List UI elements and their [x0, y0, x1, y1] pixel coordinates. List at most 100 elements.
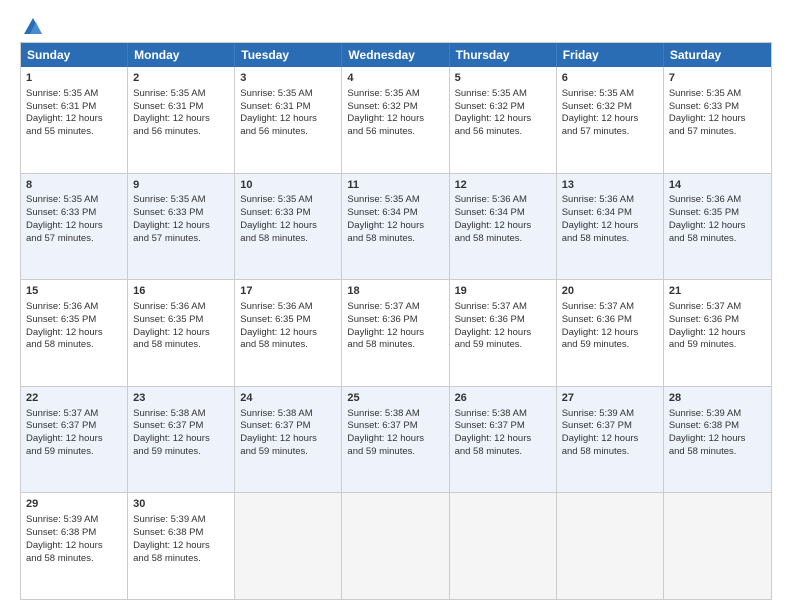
calendar-day: 8Sunrise: 5:35 AM Sunset: 6:33 PM Daylig…	[21, 174, 128, 280]
weekday-header: Thursday	[450, 43, 557, 67]
calendar-row: 22 Sunrise: 5:37 AM Sunset: 6:37 PM Dayli…	[21, 386, 771, 493]
day-info: Sunrise: 5:38 AM Sunset: 6:37 PM Dayligh…	[240, 408, 317, 457]
day-number: 27	[562, 391, 658, 406]
weekday-header: Friday	[557, 43, 664, 67]
calendar-day: 5 Sunrise: 5:35 AM Sunset: 6:32 PM Daylig…	[450, 67, 557, 173]
calendar-day: 10Sunrise: 5:35 AM Sunset: 6:33 PM Dayli…	[235, 174, 342, 280]
day-number: 20	[562, 284, 658, 299]
day-info: Sunrise: 5:36 AM Sunset: 6:35 PM Dayligh…	[669, 194, 746, 243]
calendar-day: 21 Sunrise: 5:37 AM Sunset: 6:36 PM Dayli…	[664, 280, 771, 386]
calendar-day: 11Sunrise: 5:35 AM Sunset: 6:34 PM Dayli…	[342, 174, 449, 280]
empty-day	[664, 493, 771, 599]
calendar-row: 15 Sunrise: 5:36 AM Sunset: 6:35 PM Dayli…	[21, 279, 771, 386]
empty-day	[557, 493, 664, 599]
day-info: Sunrise: 5:39 AM Sunset: 6:38 PM Dayligh…	[133, 514, 210, 563]
day-number: 17	[240, 284, 336, 299]
day-number: 13	[562, 178, 658, 193]
day-info: Sunrise: 5:35 AM Sunset: 6:33 PM Dayligh…	[26, 194, 103, 243]
day-info: Sunrise: 5:39 AM Sunset: 6:38 PM Dayligh…	[669, 408, 746, 457]
calendar-row: 8Sunrise: 5:35 AM Sunset: 6:33 PM Daylig…	[21, 173, 771, 280]
day-info: Sunrise: 5:39 AM Sunset: 6:38 PM Dayligh…	[26, 514, 103, 563]
empty-day	[235, 493, 342, 599]
day-number: 22	[26, 391, 122, 406]
calendar: SundayMondayTuesdayWednesdayThursdayFrid…	[20, 42, 772, 600]
calendar-day: 4 Sunrise: 5:35 AM Sunset: 6:32 PM Daylig…	[342, 67, 449, 173]
day-info: Sunrise: 5:35 AM Sunset: 6:33 PM Dayligh…	[669, 88, 746, 137]
weekday-header: Sunday	[21, 43, 128, 67]
calendar-day: 15Sunrise: 5:36 AM Sunset: 6:35 PM Dayli…	[21, 280, 128, 386]
calendar-header: SundayMondayTuesdayWednesdayThursdayFrid…	[21, 43, 771, 67]
calendar-day: 27 Sunrise: 5:39 AM Sunset: 6:37 PM Dayli…	[557, 387, 664, 493]
day-info: Sunrise: 5:35 AM Sunset: 6:31 PM Dayligh…	[26, 88, 103, 137]
calendar-day: 28 Sunrise: 5:39 AM Sunset: 6:38 PM Dayli…	[664, 387, 771, 493]
day-number: 14	[669, 178, 766, 193]
day-number: 18	[347, 284, 443, 299]
calendar-day: 19Sunrise: 5:37 AM Sunset: 6:36 PM Dayli…	[450, 280, 557, 386]
day-info: Sunrise: 5:37 AM Sunset: 6:37 PM Dayligh…	[26, 408, 103, 457]
calendar-day: 17Sunrise: 5:36 AM Sunset: 6:35 PM Dayli…	[235, 280, 342, 386]
day-number: 4	[347, 71, 443, 86]
day-info: Sunrise: 5:36 AM Sunset: 6:34 PM Dayligh…	[455, 194, 532, 243]
day-number: 16	[133, 284, 229, 299]
day-number: 1	[26, 71, 122, 86]
day-number: 9	[133, 178, 229, 193]
day-info: Sunrise: 5:35 AM Sunset: 6:33 PM Dayligh…	[240, 194, 317, 243]
calendar-row: 1 Sunrise: 5:35 AM Sunset: 6:31 PM Daylig…	[21, 67, 771, 173]
calendar-day: 12Sunrise: 5:36 AM Sunset: 6:34 PM Dayli…	[450, 174, 557, 280]
day-info: Sunrise: 5:35 AM Sunset: 6:32 PM Dayligh…	[347, 88, 424, 137]
day-number: 24	[240, 391, 336, 406]
day-info: Sunrise: 5:36 AM Sunset: 6:35 PM Dayligh…	[133, 301, 210, 350]
calendar-body: 1 Sunrise: 5:35 AM Sunset: 6:31 PM Daylig…	[21, 67, 771, 599]
day-number: 25	[347, 391, 443, 406]
day-number: 28	[669, 391, 766, 406]
day-info: Sunrise: 5:35 AM Sunset: 6:32 PM Dayligh…	[455, 88, 532, 137]
calendar-day: 14Sunrise: 5:36 AM Sunset: 6:35 PM Dayli…	[664, 174, 771, 280]
day-number: 21	[669, 284, 766, 299]
calendar-day: 25 Sunrise: 5:38 AM Sunset: 6:37 PM Dayli…	[342, 387, 449, 493]
day-info: Sunrise: 5:35 AM Sunset: 6:34 PM Dayligh…	[347, 194, 424, 243]
day-info: Sunrise: 5:35 AM Sunset: 6:31 PM Dayligh…	[133, 88, 210, 137]
calendar-day: 1 Sunrise: 5:35 AM Sunset: 6:31 PM Daylig…	[21, 67, 128, 173]
calendar-day: 23 Sunrise: 5:38 AM Sunset: 6:37 PM Dayli…	[128, 387, 235, 493]
calendar-day: 16 Sunrise: 5:36 AM Sunset: 6:35 PM Dayli…	[128, 280, 235, 386]
day-info: Sunrise: 5:35 AM Sunset: 6:31 PM Dayligh…	[240, 88, 317, 137]
weekday-header: Wednesday	[342, 43, 449, 67]
logo-icon	[22, 16, 44, 38]
day-info: Sunrise: 5:38 AM Sunset: 6:37 PM Dayligh…	[347, 408, 424, 457]
weekday-header: Saturday	[664, 43, 771, 67]
day-number: 6	[562, 71, 658, 86]
calendar-day: 13Sunrise: 5:36 AM Sunset: 6:34 PM Dayli…	[557, 174, 664, 280]
day-number: 29	[26, 497, 122, 512]
calendar-day: 26 Sunrise: 5:38 AM Sunset: 6:37 PM Dayli…	[450, 387, 557, 493]
calendar-day: 29 Sunrise: 5:39 AM Sunset: 6:38 PM Dayli…	[21, 493, 128, 599]
calendar-page: SundayMondayTuesdayWednesdayThursdayFrid…	[0, 0, 792, 612]
calendar-day: 24 Sunrise: 5:38 AM Sunset: 6:37 PM Dayli…	[235, 387, 342, 493]
day-number: 2	[133, 71, 229, 86]
weekday-header: Tuesday	[235, 43, 342, 67]
day-info: Sunrise: 5:37 AM Sunset: 6:36 PM Dayligh…	[455, 301, 532, 350]
empty-day	[450, 493, 557, 599]
day-info: Sunrise: 5:39 AM Sunset: 6:37 PM Dayligh…	[562, 408, 639, 457]
calendar-day: 6 Sunrise: 5:35 AM Sunset: 6:32 PM Daylig…	[557, 67, 664, 173]
day-number: 30	[133, 497, 229, 512]
day-number: 10	[240, 178, 336, 193]
day-info: Sunrise: 5:36 AM Sunset: 6:34 PM Dayligh…	[562, 194, 639, 243]
day-info: Sunrise: 5:38 AM Sunset: 6:37 PM Dayligh…	[455, 408, 532, 457]
day-number: 11	[347, 178, 443, 193]
calendar-day: 30 Sunrise: 5:39 AM Sunset: 6:38 PM Dayli…	[128, 493, 235, 599]
day-number: 3	[240, 71, 336, 86]
day-number: 23	[133, 391, 229, 406]
day-info: Sunrise: 5:35 AM Sunset: 6:32 PM Dayligh…	[562, 88, 639, 137]
day-number: 5	[455, 71, 551, 86]
day-number: 15	[26, 284, 122, 299]
calendar-day: 2 Sunrise: 5:35 AM Sunset: 6:31 PM Daylig…	[128, 67, 235, 173]
calendar-day: 7Sunrise: 5:35 AM Sunset: 6:33 PM Daylig…	[664, 67, 771, 173]
day-number: 12	[455, 178, 551, 193]
day-info: Sunrise: 5:38 AM Sunset: 6:37 PM Dayligh…	[133, 408, 210, 457]
calendar-day: 20Sunrise: 5:37 AM Sunset: 6:36 PM Dayli…	[557, 280, 664, 386]
day-info: Sunrise: 5:35 AM Sunset: 6:33 PM Dayligh…	[133, 194, 210, 243]
day-number: 26	[455, 391, 551, 406]
day-info: Sunrise: 5:37 AM Sunset: 6:36 PM Dayligh…	[669, 301, 746, 350]
header	[20, 16, 772, 34]
weekday-header: Monday	[128, 43, 235, 67]
